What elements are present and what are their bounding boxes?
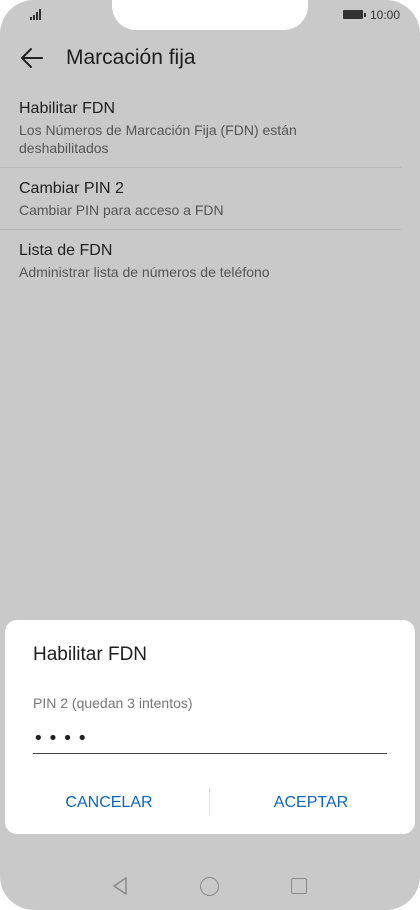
pin2-input[interactable]: [33, 724, 387, 754]
app-bar: Marcación fija: [0, 30, 420, 86]
list-item-subtitle: Cambiar PIN para acceso a FDN: [19, 202, 224, 218]
cancel-button[interactable]: CANCELAR: [21, 786, 197, 820]
nav-home-icon[interactable]: [200, 877, 219, 896]
list-item-lista-fdn[interactable]: Lista de FDN Administrar lista de número…: [0, 230, 401, 291]
status-time: 10:00: [370, 8, 401, 22]
list-item-cambiar-pin2[interactable]: Cambiar PIN 2 Cambiar PIN para acceso a …: [0, 168, 401, 230]
enable-fdn-dialog: Habilitar FDN PIN 2 (quedan 3 intentos) …: [5, 620, 415, 834]
nav-back-icon[interactable]: [111, 876, 129, 896]
settings-list: Habilitar FDN Los Números de Marcación F…: [0, 88, 420, 291]
back-arrow-icon[interactable]: [18, 44, 46, 72]
accept-button[interactable]: ACEPTAR: [223, 786, 399, 820]
page-title: Marcación fija: [66, 46, 196, 69]
list-item-subtitle: Los Números de Marcación Fija (FDN) está…: [19, 122, 297, 156]
phone-screen: 10:00 Marcación fija Habilitar FDN Los N…: [0, 0, 420, 910]
button-divider: [209, 788, 210, 816]
nav-recent-icon[interactable]: [291, 878, 307, 894]
dialog-title: Habilitar FDN: [33, 644, 148, 665]
battery-icon: [343, 10, 366, 19]
pin-field-label: PIN 2 (quedan 3 intentos): [33, 695, 193, 711]
notch: [112, 0, 308, 30]
list-item-subtitle: Administrar lista de números de teléfono: [19, 264, 270, 280]
signal-icon: [30, 8, 44, 20]
list-item-title: Habilitar FDN: [19, 100, 116, 117]
list-item-title: Lista de FDN: [19, 242, 113, 259]
status-bar: 10:00: [0, 0, 420, 30]
navigation-bar: [0, 860, 420, 910]
list-item-habilitar-fdn[interactable]: Habilitar FDN Los Números de Marcación F…: [0, 88, 401, 168]
list-item-title: Cambiar PIN 2: [19, 180, 124, 197]
